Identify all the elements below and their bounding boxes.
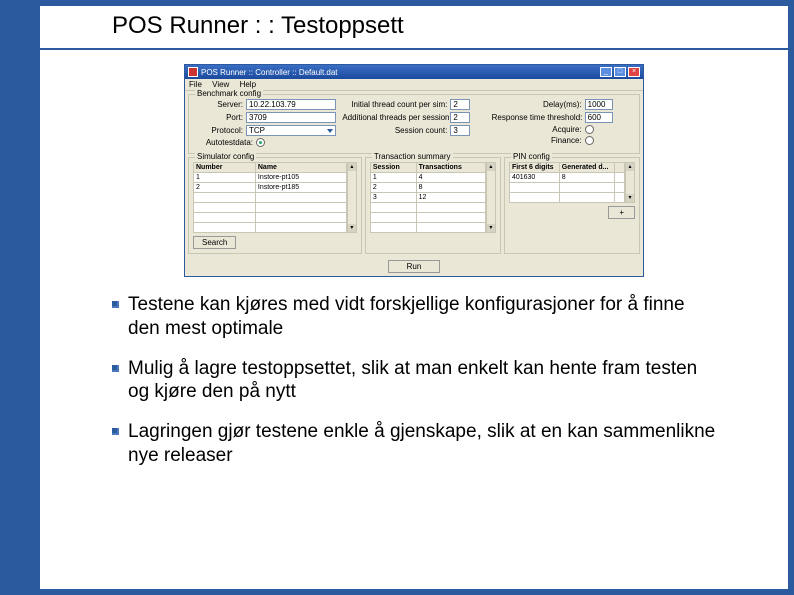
- scrollbar[interactable]: ▴ ▾: [486, 162, 496, 233]
- pin-legend: PIN config: [511, 152, 552, 161]
- table-row: [194, 193, 347, 203]
- finance-radio[interactable]: [585, 136, 594, 145]
- pin-table[interactable]: First 6 digits Generated d... 4016308: [509, 162, 625, 203]
- additional-threads-label: Additional threads per session:: [342, 113, 447, 122]
- pin-add-button[interactable]: +: [608, 206, 635, 219]
- bullet-item: Lagringen gjør testene enkle å gjenskape…: [112, 420, 716, 468]
- transaction-table[interactable]: Session Transactions 14 28 312: [370, 162, 486, 233]
- menu-help[interactable]: Help: [240, 80, 256, 89]
- scroll-up-icon[interactable]: ▴: [348, 163, 356, 171]
- port-input[interactable]: 3709: [246, 112, 336, 123]
- sim-col-number: Number: [194, 163, 256, 173]
- transaction-panel: Transaction summary Session Transactions…: [365, 157, 501, 254]
- table-row: [370, 223, 485, 233]
- table-row: 4016308: [509, 173, 624, 183]
- pin-col-gen: Generated d...: [559, 163, 614, 173]
- table-row: [509, 183, 624, 193]
- table-row: [194, 203, 347, 213]
- simulator-table[interactable]: Number Name 1Instore-pt105 2Instore-pt18…: [193, 162, 347, 233]
- scrollbar[interactable]: ▴ ▾: [625, 162, 635, 203]
- menu-file[interactable]: File: [189, 80, 202, 89]
- bullet-item: Mulig å lagre testoppsettet, slik at man…: [112, 357, 716, 405]
- pin-col-extra: [615, 163, 625, 173]
- delay-label: Delay(ms):: [492, 100, 582, 109]
- table-row: 28: [370, 183, 485, 193]
- chevron-down-icon: [327, 129, 333, 133]
- pin-panel: PIN config First 6 digits Generated d...…: [504, 157, 640, 254]
- table-row: [509, 193, 624, 203]
- app-icon: [188, 67, 198, 77]
- port-label: Port:: [193, 113, 243, 122]
- autotest-label: Autotestdata:: [193, 138, 253, 147]
- menu-view[interactable]: View: [212, 80, 229, 89]
- slide-body: POS Runner : : Testoppsett POS Runner ::…: [40, 6, 788, 589]
- scroll-down-icon[interactable]: ▾: [626, 194, 634, 202]
- session-count-input[interactable]: 3: [450, 125, 470, 136]
- delay-input[interactable]: 1000: [585, 99, 613, 110]
- acquire-radio[interactable]: [585, 125, 594, 134]
- maximize-button[interactable]: □: [614, 67, 626, 77]
- benchmark-panel: Benchmark config Server: 10.22.103.79 Po…: [188, 94, 640, 154]
- window-titlebar[interactable]: POS Runner :: Controller :: Default.dat …: [185, 65, 643, 79]
- response-threshold-input[interactable]: 600: [585, 112, 613, 123]
- scroll-up-icon[interactable]: ▴: [487, 163, 495, 171]
- sim-col-name: Name: [255, 163, 346, 173]
- table-row: 14: [370, 173, 485, 183]
- table-row: 312: [370, 193, 485, 203]
- server-label: Server:: [193, 100, 243, 109]
- table-row: 2Instore-pt185: [194, 183, 347, 193]
- trans-col-session: Session: [370, 163, 416, 173]
- session-count-label: Session count:: [342, 126, 447, 135]
- table-row: [370, 203, 485, 213]
- server-input[interactable]: 10.22.103.79: [246, 99, 336, 110]
- scrollbar[interactable]: ▴ ▾: [347, 162, 357, 233]
- window-title: POS Runner :: Controller :: Default.dat: [201, 68, 338, 77]
- trans-col-trans: Transactions: [416, 163, 485, 173]
- footer-page-number: 7: [770, 573, 778, 589]
- slide-title: POS Runner : : Testoppsett: [40, 6, 788, 50]
- finance-label: Finance:: [492, 136, 582, 145]
- simulator-panel: Simulator config Number Name 1Instore-pt…: [188, 157, 362, 254]
- acquire-label: Acquire:: [492, 125, 582, 134]
- bullet-item: Testene kan kjøres med vidt forskjellige…: [112, 293, 716, 341]
- table-row: [194, 223, 347, 233]
- minimize-button[interactable]: _: [600, 67, 612, 77]
- response-threshold-label: Response time threshold:: [492, 113, 582, 122]
- benchmark-legend: Benchmark config: [195, 89, 263, 98]
- additional-threads-input[interactable]: 2: [450, 112, 470, 123]
- search-button[interactable]: Search: [193, 236, 236, 249]
- initial-threads-input[interactable]: 2: [450, 99, 470, 110]
- close-button[interactable]: ×: [628, 67, 640, 77]
- protocol-value: TCP: [249, 126, 265, 135]
- table-row: [370, 213, 485, 223]
- bullet-list: Testene kan kjøres med vidt forskjellige…: [112, 293, 716, 468]
- scroll-up-icon[interactable]: ▴: [626, 163, 634, 171]
- table-row: 1Instore-pt105: [194, 173, 347, 183]
- simulator-legend: Simulator config: [195, 152, 256, 161]
- footer-label: side: [738, 573, 766, 589]
- scroll-down-icon[interactable]: ▾: [348, 224, 356, 232]
- protocol-label: Protocol:: [193, 126, 243, 135]
- autotest-radio[interactable]: [256, 138, 265, 147]
- run-button[interactable]: Run: [388, 260, 441, 273]
- footer: side 7: [738, 573, 778, 589]
- initial-threads-label: Initial thread count per sim:: [342, 100, 447, 109]
- pin-col-first6: First 6 digits: [509, 163, 559, 173]
- protocol-select[interactable]: TCP: [246, 125, 336, 136]
- scroll-down-icon[interactable]: ▾: [487, 224, 495, 232]
- table-row: [194, 213, 347, 223]
- transaction-legend: Transaction summary: [372, 152, 453, 161]
- app-window: POS Runner :: Controller :: Default.dat …: [184, 64, 644, 277]
